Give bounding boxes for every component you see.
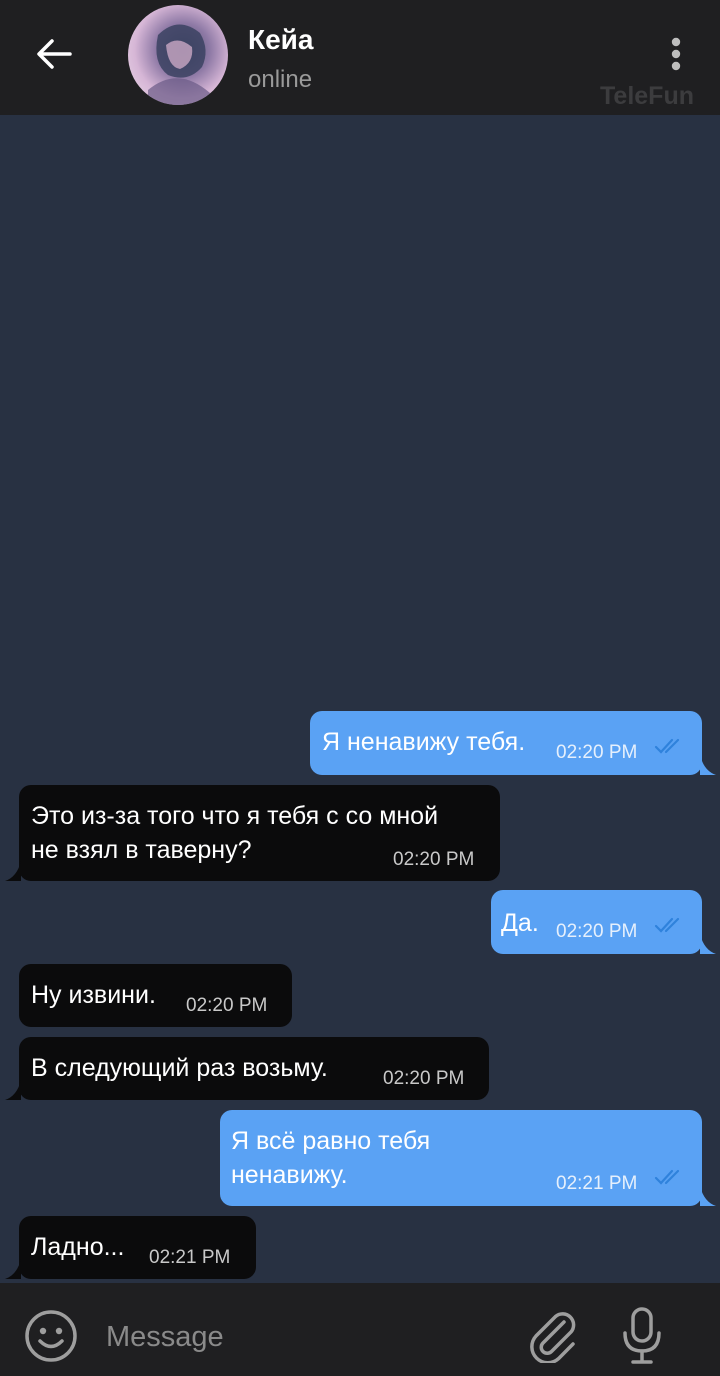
- message-time: 02:21 PM: [556, 1173, 638, 1194]
- message-incoming[interactable]: Это из-за того что я тебя с со мной не в…: [5, 785, 500, 881]
- message-text-line: Это из-за того что я тебя с со мной: [31, 802, 439, 830]
- message-time: 02:20 PM: [393, 849, 475, 870]
- message-text: Я ненавижу тебя.: [322, 728, 526, 756]
- message-outgoing[interactable]: Я ненавижу тебя. 02:20 PM: [310, 711, 716, 775]
- message-text-line: ненавижу.: [231, 1161, 348, 1189]
- bubble-tail: [700, 1186, 716, 1206]
- message-time: 02:20 PM: [556, 921, 638, 942]
- chat-header: Кейа online TeleFun: [0, 0, 720, 115]
- back-button[interactable]: [30, 30, 78, 78]
- attach-button[interactable]: [524, 1305, 582, 1365]
- bubble-tail: [5, 861, 21, 881]
- bubble-tail: [5, 1080, 21, 1100]
- bubble-tail: [700, 934, 716, 954]
- message-time: 02:20 PM: [186, 995, 268, 1016]
- microphone-icon: [623, 1307, 661, 1364]
- message-time: 02:21 PM: [149, 1247, 231, 1268]
- double-check-icon: [654, 917, 680, 933]
- message-text: Да.: [501, 909, 539, 937]
- double-check-icon: [654, 1169, 680, 1185]
- message-outgoing[interactable]: Я всё равно тебя ненавижу. 02:21 PM: [220, 1110, 716, 1206]
- bubble-tail: [5, 1259, 21, 1279]
- menu-button[interactable]: [656, 30, 696, 78]
- message-time: 02:20 PM: [383, 1068, 465, 1089]
- more-vertical-icon: [671, 37, 681, 71]
- message-text: Ладно...: [31, 1233, 125, 1261]
- microphone-button[interactable]: [618, 1305, 666, 1367]
- message-text-line: Я всё равно тебя: [231, 1127, 431, 1155]
- back-arrow-icon: [37, 39, 72, 69]
- message-incoming[interactable]: Ну извини. 02:20 PM: [19, 964, 292, 1027]
- message-incoming[interactable]: Ладно... 02:21 PM: [5, 1216, 256, 1279]
- message-text: Ну извини.: [31, 981, 156, 1009]
- emoji-icon: [25, 1310, 77, 1362]
- watermark: TeleFun: [600, 82, 694, 110]
- message-outgoing[interactable]: Да. 02:20 PM: [491, 890, 716, 954]
- bubble-tail: [700, 755, 716, 775]
- avatar[interactable]: [128, 5, 228, 105]
- double-check-icon: [654, 738, 680, 754]
- message-input[interactable]: [104, 1311, 508, 1363]
- contact-status: online: [248, 66, 313, 93]
- message-time: 02:20 PM: [556, 742, 638, 763]
- paperclip-icon: [530, 1312, 576, 1365]
- emoji-button[interactable]: [22, 1307, 80, 1365]
- message-incoming[interactable]: В следующий раз возьму. 02:20 PM: [5, 1037, 489, 1100]
- message-text-line: не взял в таверну?: [31, 836, 252, 864]
- avatar-image: [148, 24, 210, 105]
- message-text: В следующий раз возьму.: [31, 1054, 328, 1082]
- composer-bar: [0, 1283, 720, 1376]
- contact-name[interactable]: Кейа: [248, 24, 313, 56]
